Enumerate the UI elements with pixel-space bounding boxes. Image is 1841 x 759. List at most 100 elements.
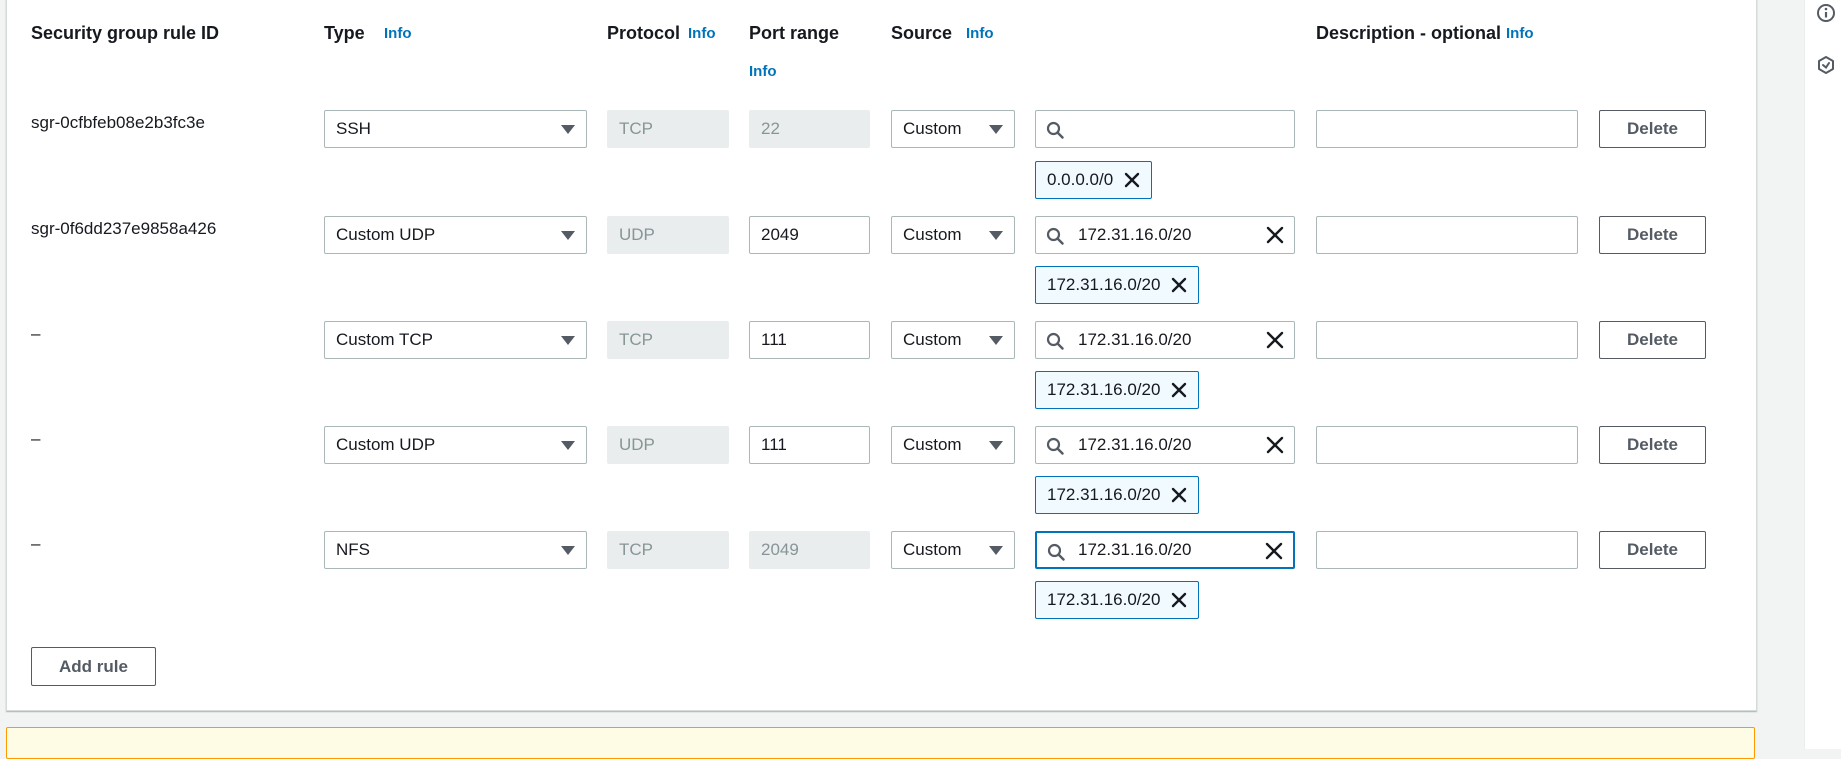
source-token-label: 172.31.16.0/20 — [1047, 590, 1161, 609]
port-range-value: 22 — [761, 119, 780, 138]
protocol-field: UDP — [607, 426, 729, 464]
source-search-value: 172.31.16.0/20 — [1078, 330, 1192, 349]
port-range-input[interactable]: 2049 — [749, 216, 870, 254]
source-select-value: Custom — [903, 225, 962, 244]
protocol-value: UDP — [619, 225, 655, 244]
source-token: 0.0.0.0/0 — [1035, 161, 1153, 199]
source-select-value: Custom — [903, 435, 962, 454]
clear-search-icon[interactable] — [1266, 226, 1284, 244]
caret-down-icon — [561, 546, 575, 555]
port-range-input[interactable]: 111 — [749, 426, 870, 464]
header-description: Description - optional — [1316, 23, 1502, 43]
hexagon-help-icon[interactable] — [1815, 54, 1837, 76]
port-range-field: 22 — [749, 110, 870, 148]
caret-down-icon — [561, 125, 575, 134]
port-range-value: 111 — [761, 435, 787, 454]
warning-alert — [6, 727, 1755, 759]
type-select-value: NFS — [336, 540, 370, 559]
remove-token-icon[interactable] — [1170, 276, 1188, 294]
source-select[interactable]: Custom — [891, 216, 1015, 254]
info-link-port-range[interactable]: Info — [749, 63, 777, 80]
delete-rule-button[interactable]: Delete — [1599, 321, 1706, 359]
clear-search-icon[interactable] — [1266, 436, 1284, 454]
search-icon — [1047, 543, 1065, 561]
description-input[interactable] — [1316, 216, 1578, 254]
description-input[interactable] — [1316, 110, 1578, 148]
protocol-field: TCP — [607, 110, 729, 148]
source-select[interactable]: Custom — [891, 531, 1015, 569]
description-input[interactable] — [1316, 321, 1578, 359]
type-select[interactable]: SSH — [324, 110, 587, 148]
header-rule-id: Security group rule ID — [31, 23, 220, 43]
source-token: 172.31.16.0/20 — [1035, 476, 1200, 514]
type-select[interactable]: NFS — [324, 531, 587, 569]
rule-id: – — [31, 534, 41, 553]
remove-token-icon[interactable] — [1170, 486, 1188, 504]
protocol-field: TCP — [607, 531, 729, 569]
description-input[interactable] — [1316, 531, 1578, 569]
clear-search-icon[interactable] — [1266, 331, 1284, 349]
remove-token-icon[interactable] — [1123, 171, 1141, 189]
type-select[interactable]: Custom UDP — [324, 216, 587, 254]
remove-token-icon[interactable] — [1170, 381, 1188, 399]
port-range-field: 2049 — [749, 531, 870, 569]
caret-down-icon — [989, 441, 1003, 450]
rule-id: – — [31, 324, 41, 343]
add-rule-button[interactable]: Add rule — [31, 647, 156, 686]
clear-search-icon[interactable] — [1265, 542, 1283, 560]
search-icon — [1046, 437, 1064, 455]
rule-id: sgr-0f6dd237e9858a426 — [31, 219, 217, 238]
protocol-value: TCP — [619, 540, 653, 559]
caret-down-icon — [989, 546, 1003, 555]
info-link-source[interactable]: Info — [966, 25, 994, 42]
info-link-description[interactable]: Info — [1506, 25, 1534, 42]
source-search-value: 172.31.16.0/20 — [1078, 540, 1192, 559]
source-search-input[interactable]: 172.31.16.0/20 — [1035, 531, 1295, 569]
type-select-value: Custom TCP — [336, 330, 433, 349]
source-token: 172.31.16.0/20 — [1035, 581, 1200, 619]
info-circle-icon[interactable] — [1815, 2, 1837, 24]
source-select[interactable]: Custom — [891, 321, 1015, 359]
port-range-value: 2049 — [761, 225, 799, 244]
source-select-value: Custom — [903, 330, 962, 349]
source-search-value: 172.31.16.0/20 — [1078, 435, 1192, 454]
header-type: Type — [324, 23, 365, 43]
caret-down-icon — [561, 231, 575, 240]
source-token: 172.31.16.0/20 — [1035, 371, 1200, 409]
protocol-value: UDP — [619, 435, 655, 454]
source-search-input[interactable] — [1035, 110, 1295, 148]
type-select-value: SSH — [336, 119, 371, 138]
source-select[interactable]: Custom — [891, 426, 1015, 464]
type-select-value: Custom UDP — [336, 435, 436, 454]
header-source: Source — [891, 23, 953, 43]
source-token-label: 172.31.16.0/20 — [1047, 380, 1161, 399]
delete-rule-button[interactable]: Delete — [1599, 426, 1706, 464]
source-search-input[interactable]: 172.31.16.0/20 — [1035, 216, 1295, 254]
source-token-label: 0.0.0.0/0 — [1047, 170, 1114, 189]
source-token-label: 172.31.16.0/20 — [1047, 275, 1161, 294]
search-icon — [1046, 227, 1064, 245]
delete-rule-button[interactable]: Delete — [1599, 110, 1706, 148]
source-search-input[interactable]: 172.31.16.0/20 — [1035, 321, 1295, 359]
delete-rule-button[interactable]: Delete — [1599, 216, 1706, 254]
source-select[interactable]: Custom — [891, 110, 1015, 148]
source-token: 172.31.16.0/20 — [1035, 266, 1200, 304]
port-range-value: 111 — [761, 330, 787, 349]
source-search-input[interactable]: 172.31.16.0/20 — [1035, 426, 1295, 464]
delete-rule-button[interactable]: Delete — [1599, 531, 1706, 569]
caret-down-icon — [561, 441, 575, 450]
description-input[interactable] — [1316, 426, 1578, 464]
type-select-value: Custom UDP — [336, 225, 436, 244]
info-link-protocol[interactable]: Info — [688, 25, 716, 42]
remove-token-icon[interactable] — [1170, 591, 1188, 609]
right-side-rail — [1804, 0, 1841, 749]
type-select[interactable]: Custom UDP — [324, 426, 587, 464]
protocol-field: TCP — [607, 321, 729, 359]
type-select[interactable]: Custom TCP — [324, 321, 587, 359]
caret-down-icon — [989, 336, 1003, 345]
source-select-value: Custom — [903, 540, 962, 559]
info-link-type[interactable]: Info — [384, 25, 412, 42]
port-range-input[interactable]: 111 — [749, 321, 870, 359]
source-token-label: 172.31.16.0/20 — [1047, 485, 1161, 504]
caret-down-icon — [561, 336, 575, 345]
